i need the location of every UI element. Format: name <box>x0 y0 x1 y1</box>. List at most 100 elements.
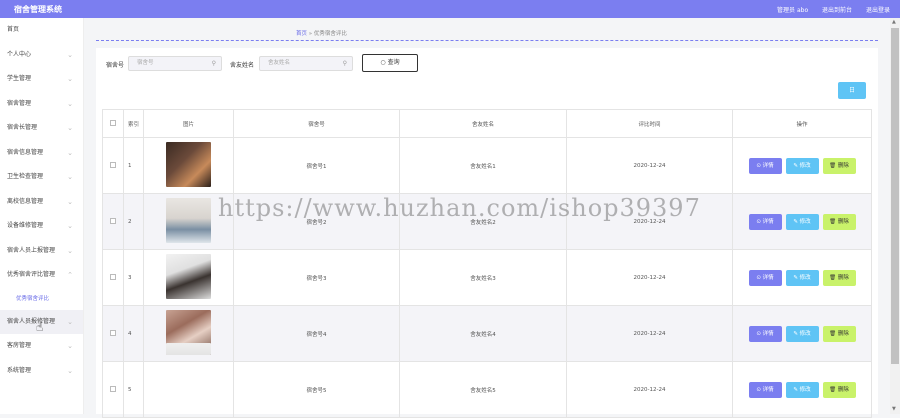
row-index: 3 <box>123 249 144 306</box>
chevron-up-icon: ⌃ <box>67 271 73 279</box>
row-actions: ⊙ 详情 ✎ 修改 🗑 删除 <box>732 137 872 194</box>
delete-button[interactable]: 🗑 删除 <box>822 157 856 174</box>
detail-button[interactable]: ⊙ 详情 <box>748 213 782 230</box>
sidebar-item-home[interactable]: 首页 <box>0 18 83 43</box>
select-all-cell[interactable] <box>102 109 124 138</box>
sidebar-item-leave[interactable]: 离校信息管理 ⌄ <box>0 190 83 215</box>
vertical-scrollbar[interactable]: ▲ ▼ <box>890 18 900 414</box>
sidebar-item-rooms[interactable]: 客房管理 ⌄ <box>0 334 83 359</box>
delete-button[interactable]: 🗑 删除 <box>822 381 856 398</box>
sidebar-item-reports[interactable]: 宿舍人员上报管理 ⌄ <box>0 239 83 264</box>
detail-button[interactable]: ⊙ 详情 <box>748 157 782 174</box>
sidebar-item-system[interactable]: 系统管理 ⌄ <box>0 359 83 384</box>
sidebar-item-label: 卫生检查管理 <box>7 173 44 180</box>
chevron-down-icon: ⌄ <box>67 124 73 132</box>
row-checkbox[interactable] <box>110 329 116 336</box>
sidebar-item-profile[interactable]: 个人中心 ⌄ <box>0 43 83 68</box>
sidebar-item-label: 设备维修管理 <box>7 222 44 229</box>
table-row: 4 宿舍号4 舍友姓名4 2020-12-24 ⊙ 详情 ✎ 修改 🗑 删除 <box>102 305 872 362</box>
row-actions: ⊙ 详情 ✎ 修改 🗑 删除 <box>732 193 872 250</box>
sidebar-item-excellent-dorm[interactable]: 优秀宿舍评比管理 ⌃ <box>0 263 83 288</box>
sidebar-subitem-excellent-dorm[interactable]: 优秀宿舍评比 <box>0 288 83 310</box>
row-actions: ⊙ 详情 ✎ 修改 🗑 删除 <box>732 361 872 418</box>
dorm-placeholder: 宿舍号 <box>137 60 154 66</box>
edit-button[interactable]: ✎ 修改 <box>785 269 819 286</box>
sidebar: 首页 个人中心 ⌄ 学生管理 ⌄ 宿舍管理 ⌄ 宿舍长管理 ⌄ 宿舍信息管理 ⌄ 卫生检查… <box>0 18 84 414</box>
sidebar-item-students[interactable]: 学生管理 ⌄ <box>0 67 83 92</box>
refresh-icon: ○ <box>380 59 386 66</box>
row-member: 舍友姓名1 <box>399 137 567 194</box>
table-header-row: 索引 图片 宿舍号 舍友姓名 评比时间 操作 <box>102 109 872 138</box>
row-date: 2020-12-24 <box>566 305 733 362</box>
scroll-up-icon[interactable]: ▲ <box>892 19 896 25</box>
member-search-input[interactable]: 舍友姓名 ⚲ <box>259 56 353 71</box>
sidebar-item-dorm-info[interactable]: 宿舍信息管理 ⌄ <box>0 141 83 166</box>
column-header-member: 舍友姓名 <box>399 109 567 138</box>
chevron-down-icon: ⌄ <box>67 148 73 157</box>
row-dorm: 宿舍号5 <box>233 361 400 418</box>
sidebar-item-label: 宿舍人员报修管理 <box>7 317 56 325</box>
row-dorm: 宿舍号1 <box>233 137 400 194</box>
member-label: 舍友姓名 <box>230 62 255 69</box>
sidebar-item-repairs[interactable]: 设备维修管理 ⌄ <box>0 214 83 239</box>
delete-button[interactable]: 🗑 删除 <box>822 213 856 230</box>
chevron-down-icon: ⌄ <box>67 99 73 108</box>
detail-button[interactable]: ⊙ 详情 <box>748 381 782 398</box>
breadcrumb: 首页 » 优秀宿舍评比 <box>96 24 878 41</box>
top-header: 宿舍管理系统 管理员 abo 退出到前台 退出登录 <box>0 0 900 18</box>
row-checkbox[interactable] <box>110 161 116 168</box>
row-checkbox[interactable] <box>110 385 116 392</box>
sidebar-item-label: 学生管理 <box>7 75 32 82</box>
row-checkbox[interactable] <box>110 217 116 224</box>
sidebar-item-label: 宿舍人员上报管理 <box>7 246 56 254</box>
row-image-cell <box>143 193 234 250</box>
member-placeholder: 舍友姓名 <box>268 60 291 66</box>
chevron-down-icon: ⌄ <box>67 50 73 59</box>
chevron-down-icon: ⌄ <box>67 317 73 326</box>
row-date: 2020-12-24 <box>566 137 733 194</box>
sidebar-item-label: 宿舍信息管理 <box>7 148 44 156</box>
sidebar-item-label: 宿舍长管理 <box>7 124 38 131</box>
sidebar-item-label: 离校信息管理 <box>7 197 44 205</box>
scrollbar-thumb[interactable] <box>891 28 899 364</box>
delete-button[interactable]: 🗑 删除 <box>822 325 856 342</box>
search-icon: ⚲ <box>211 60 216 67</box>
dorm-photo <box>166 342 211 355</box>
edit-button[interactable]: ✎ 修改 <box>785 325 819 342</box>
row-dorm: 宿舍号4 <box>233 305 400 362</box>
chevron-down-icon: ⌄ <box>67 366 73 375</box>
edit-button[interactable]: ✎ 修改 <box>785 213 819 230</box>
logout-link[interactable]: 退出登录 <box>866 7 890 14</box>
exit-to-front-link[interactable]: 退出到前台 <box>822 7 852 14</box>
row-index: 1 <box>123 137 144 194</box>
row-dorm: 宿舍号3 <box>233 249 400 306</box>
sidebar-item-dorm-leaders[interactable]: 宿舍长管理 ⌄ <box>0 116 83 141</box>
main-panel: 宿舍号 宿舍号 ⚲ 舍友姓名 舍友姓名 ⚲ ○ 查询 日 索引 图片 宿舍号 舍友姓… <box>96 48 878 418</box>
column-header-dorm: 宿舍号 <box>233 109 400 138</box>
row-index: 5 <box>123 361 144 418</box>
edit-button[interactable]: ✎ 修改 <box>785 157 819 174</box>
add-button[interactable]: 日 <box>838 82 866 99</box>
query-button[interactable]: ○ 查询 <box>362 54 418 72</box>
hand-pointer-icon: ☝ <box>36 320 44 334</box>
table-row: 1 宿舍号1 舍友姓名1 2020-12-24 ⊙ 详情 ✎ 修改 🗑 删除 <box>102 137 872 194</box>
sidebar-item-hygiene[interactable]: 卫生检查管理 ⌄ <box>0 165 83 190</box>
sidebar-item-label: 客房管理 <box>7 342 32 349</box>
select-all-checkbox[interactable] <box>110 119 116 126</box>
row-checkbox[interactable] <box>110 273 116 280</box>
scroll-down-icon[interactable]: ▼ <box>892 406 896 412</box>
detail-button[interactable]: ⊙ 详情 <box>748 325 782 342</box>
dorm-search-input[interactable]: 宿舍号 ⚲ <box>128 56 222 71</box>
row-dorm: 宿舍号2 <box>233 193 400 250</box>
header-actions: 管理员 abo 退出到前台 退出登录 <box>765 5 890 14</box>
row-member: 舍友姓名3 <box>399 249 567 306</box>
delete-button[interactable]: 🗑 删除 <box>822 269 856 286</box>
edit-button[interactable]: ✎ 修改 <box>785 381 819 398</box>
sidebar-item-dorms[interactable]: 宿舍管理 ⌄ <box>0 92 83 117</box>
breadcrumb-home[interactable]: 首页 <box>296 31 307 37</box>
row-select-cell <box>102 137 124 194</box>
chevron-down-icon: ⌄ <box>67 197 73 206</box>
detail-button[interactable]: ⊙ 详情 <box>748 269 782 286</box>
breadcrumb-current: 优秀宿舍评比 <box>313 31 347 37</box>
row-member: 舍友姓名4 <box>399 305 567 362</box>
